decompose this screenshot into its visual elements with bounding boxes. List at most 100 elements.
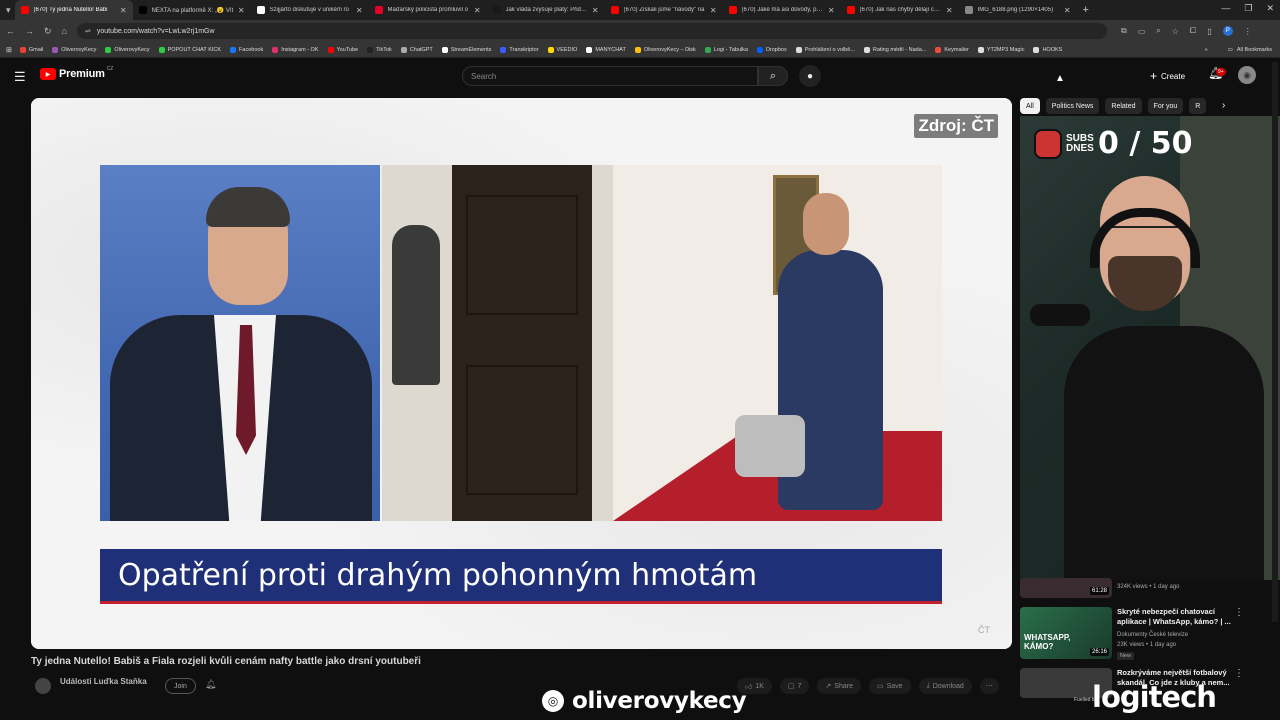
youtube-logo[interactable]: ▶ Premium CZ (40, 66, 113, 80)
bookmark-item[interactable]: MANYCHAT (586, 46, 626, 53)
tab-close-icon[interactable]: ✕ (238, 6, 245, 15)
browser-tab[interactable]: IMG_6188.png (1290×1405) ✕ (959, 0, 1077, 20)
video-title[interactable]: Skryté nebezpečí chatovací aplikace | Wh… (1117, 607, 1243, 627)
url-field[interactable]: ⇌ youtube.com/watch?v=LwLw2rj1mGw (76, 23, 1107, 39)
video-thumbnail[interactable]: WHATSAPP, KÁMO? 26:16 (1020, 607, 1112, 659)
browser-tab[interactable]: NEXTA na platformě X: „😮 Vít ✕ (133, 0, 251, 20)
bookmark-item[interactable]: Keymailer (935, 46, 969, 53)
search-button[interactable]: ⌕ (758, 66, 788, 86)
extensions-icon[interactable]: ⧠ (1190, 26, 1196, 36)
door-panel (466, 365, 578, 495)
bookmark-item[interactable]: POPOUT CHAT KICK (158, 46, 221, 53)
filter-chip[interactable]: Politics News (1045, 98, 1100, 114)
more-actions-button[interactable]: ⋯ (979, 678, 999, 694)
apps-grid-icon[interactable]: ⊞ (6, 46, 12, 54)
bookmark-item[interactable]: TikTok (367, 46, 392, 53)
chevron-right-icon[interactable]: › (1222, 100, 1225, 111)
zoom-icon[interactable]: ⌕ (1156, 26, 1160, 36)
video-channel[interactable]: Dokumenty České televize (1117, 632, 1188, 638)
browser-profile-avatar[interactable]: P (1222, 26, 1233, 36)
bookmark-star-icon[interactable]: ☆ (1172, 27, 1179, 36)
bookmark-item[interactable]: OliverovyKecy – Disk (634, 46, 696, 53)
tab-close-icon[interactable]: ✕ (710, 6, 717, 15)
bookmark-item[interactable]: YouTube (327, 46, 358, 53)
save-button[interactable]: ▭ Save (868, 678, 911, 694)
filter-chip[interactable]: Related (1105, 98, 1142, 114)
browser-tab[interactable]: (670) Jak nás chyby dělají chytř ✕ (841, 0, 959, 20)
filter-chip[interactable]: All (1020, 98, 1040, 114)
minimize-icon[interactable]: — (1221, 3, 1230, 14)
bookmark-item[interactable]: ChatGPT (400, 46, 433, 53)
bookmark-item[interactable]: Prohlášení o volbě... (795, 46, 855, 53)
download-button[interactable]: ⤓ Download (918, 678, 972, 694)
bookmark-item[interactable]: Transkriptor (500, 46, 539, 53)
microphone-icon: ● (806, 70, 814, 82)
tab-close-icon[interactable]: ✕ (1064, 6, 1071, 15)
tab-title: Jak vláda zvyšuje platy: Přidá lé (505, 7, 588, 13)
close-window-icon[interactable]: ✕ (1266, 3, 1274, 14)
tab-search-icon[interactable]: ▾ (6, 5, 11, 16)
browser-menu-icon[interactable]: ⋮ (1244, 27, 1252, 36)
home-icon[interactable]: ⌂ (62, 26, 67, 36)
bookmark-item[interactable]: YT2MP3 Magic (977, 46, 1024, 53)
reload-icon[interactable]: ↻ (44, 26, 52, 37)
more-bookmarks-icon[interactable]: » (1205, 47, 1208, 53)
filter-chip[interactable]: For you (1147, 98, 1184, 114)
bookmark-favicon-icon (795, 46, 802, 53)
more-options-icon[interactable]: ⋮ (1234, 607, 1244, 618)
bookmark-item[interactable]: Gmail (19, 46, 43, 53)
tab-favicon-icon (728, 6, 737, 14)
browser-tab[interactable]: (670) Ty jedna Nutello! Babi ✕ (14, 0, 133, 20)
browser-tab[interactable]: (670) Získali jsme "návody" na ✕ (605, 0, 723, 20)
walking-man-face (803, 193, 849, 255)
bookmark-item[interactable]: HOOKS (1033, 46, 1062, 53)
tab-close-icon[interactable]: ✕ (946, 6, 953, 15)
browser-tab[interactable]: (670) Jaké má asi důvody, proč ✕ (723, 0, 841, 20)
filter-chip[interactable]: R (1189, 98, 1207, 114)
bookmark-item[interactable]: OliverovyKecy (105, 46, 150, 53)
create-button[interactable]: + Create (1150, 68, 1185, 84)
bookmark-item[interactable]: Logi - Tabulka (704, 46, 748, 53)
share-button[interactable]: ↗ Share (817, 678, 861, 694)
sidebar-icon[interactable]: ▯ (1207, 27, 1211, 36)
page-scrollbar[interactable] (1272, 62, 1278, 622)
more-options-icon[interactable]: ⋮ (1234, 668, 1244, 679)
subscribe-bell-icon[interactable]: 🔔︎ (205, 679, 216, 690)
related-video[interactable]: 61:28 324K views • 1 day ago (1020, 578, 1260, 600)
translate-icon[interactable]: ⧉ (1121, 26, 1127, 36)
bookmark-item[interactable]: Dropbox (756, 46, 787, 53)
video-thumbnail[interactable]: 61:28 (1020, 578, 1112, 598)
bookmark-item[interactable]: Facebook (230, 46, 263, 53)
video-player[interactable]: Zdroj: ČT Opatření proti drahým pohonným… (31, 98, 1012, 649)
bookmark-item[interactable]: VEEDIO (547, 46, 577, 53)
bookmark-label: OliverovyKecy (114, 46, 150, 53)
guide-menu-icon[interactable]: ☰ (14, 69, 26, 85)
tab-close-icon[interactable]: ✕ (356, 6, 363, 15)
comments-button[interactable]: ▢ 7 (779, 678, 810, 694)
cast-icon[interactable]: ▭ (1138, 27, 1146, 36)
maximize-icon[interactable]: ❐ (1244, 3, 1252, 14)
new-tab-icon[interactable]: + (1083, 4, 1089, 16)
search-input[interactable]: Search (462, 66, 758, 86)
tab-close-icon[interactable]: ✕ (828, 6, 835, 15)
tab-close-icon[interactable]: ✕ (474, 6, 481, 15)
bookmark-item[interactable]: StreamElements (441, 46, 491, 53)
bookmark-item[interactable]: Rating médií - Nada... (863, 46, 926, 53)
browser-tab[interactable]: Szijjártó diskutuje v unikém ro ✕ (251, 0, 369, 20)
all-bookmarks-link[interactable]: All Bookmarks (1237, 47, 1272, 53)
browser-tab[interactable]: Jak vláda zvyšuje platy: Přidá lé ✕ (487, 0, 605, 20)
channel-avatar[interactable] (35, 678, 51, 694)
related-video[interactable]: WHATSAPP, KÁMO? 26:16 Skryté nebezpečí c… (1020, 607, 1260, 667)
bookmark-item[interactable]: Instagram - OK (272, 46, 319, 53)
voice-search-button[interactable]: ● (799, 65, 821, 87)
tab-close-icon[interactable]: ✕ (592, 6, 599, 15)
account-avatar[interactable]: ◉ (1238, 66, 1256, 84)
browser-tab[interactable]: Maďarský policista promluvil o ✕ (369, 0, 487, 20)
channel-name[interactable]: Události Luďka Staňka (60, 677, 147, 686)
join-button[interactable]: Join (165, 678, 196, 694)
site-info-icon[interactable]: ⇌ (85, 27, 91, 35)
back-icon[interactable]: ← (6, 26, 15, 36)
forward-icon[interactable]: → (25, 26, 34, 36)
bookmark-item[interactable]: OliverovyKecy (52, 46, 96, 53)
tab-close-icon[interactable]: ✕ (120, 6, 127, 15)
